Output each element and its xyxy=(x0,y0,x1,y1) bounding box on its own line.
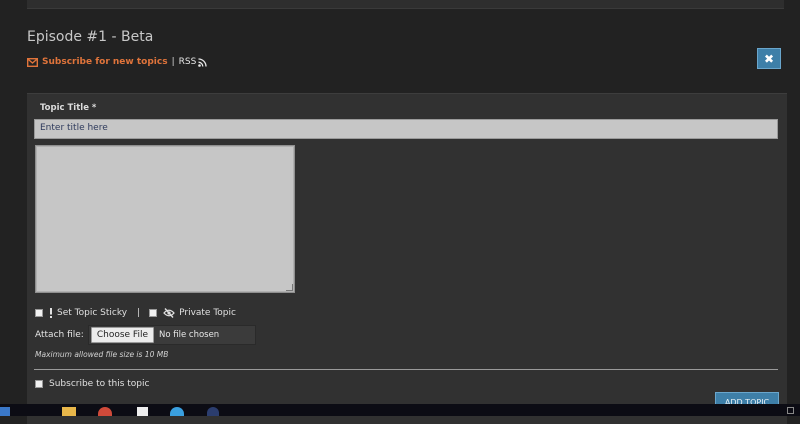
subscribe-topic-row: Subscribe to this topic xyxy=(35,379,149,389)
subscribe-link[interactable]: Subscribe for new topics xyxy=(27,57,168,67)
app-icon[interactable] xyxy=(207,407,219,416)
topic-title-label: Topic Title * xyxy=(40,103,97,113)
close-icon: ✖ xyxy=(763,51,775,66)
sticky-checkbox[interactable] xyxy=(35,309,43,317)
topic-title-placeholder: Enter title here xyxy=(40,123,108,133)
start-icon[interactable] xyxy=(0,407,10,416)
folder-icon[interactable] xyxy=(62,407,76,416)
document-icon[interactable] xyxy=(137,407,148,416)
file-status: No file chosen xyxy=(158,330,220,340)
attach-label: Attach file: xyxy=(35,330,84,340)
separator: | xyxy=(171,57,175,67)
private-option: Private Topic xyxy=(163,308,236,318)
page-title: Episode #1 - Beta xyxy=(27,29,154,45)
file-input[interactable]: Choose File No file chosen xyxy=(87,325,256,345)
sticky-option: Set Topic Sticky xyxy=(49,308,127,318)
eye-slash-icon xyxy=(163,308,175,318)
subscribe-row: Subscribe for new topics | RSS xyxy=(27,57,207,67)
exclamation-icon xyxy=(50,308,52,318)
subscribe-label: Subscribe for new topics xyxy=(42,57,168,67)
subscribe-topic-checkbox[interactable] xyxy=(35,380,43,388)
envelope-icon xyxy=(27,57,38,67)
private-label: Private Topic xyxy=(179,308,236,318)
new-topic-form: Topic Title * Enter title here Set Topic… xyxy=(27,93,787,424)
private-checkbox[interactable] xyxy=(149,309,158,317)
rss-link[interactable]: RSS xyxy=(179,57,208,67)
taskbar xyxy=(0,404,800,416)
attach-row: Attach file: Choose File No file chosen xyxy=(35,325,256,345)
options-separator: | xyxy=(137,308,141,318)
choose-file-button[interactable]: Choose File xyxy=(90,327,154,343)
top-bar xyxy=(27,0,784,9)
rss-label: RSS xyxy=(178,57,197,67)
rss-icon xyxy=(198,57,207,67)
max-size-note: Maximum allowed file size is 10 MB xyxy=(35,350,169,359)
notification-icon[interactable] xyxy=(787,407,794,414)
topic-body-textarea[interactable] xyxy=(35,145,295,293)
sticky-label: Set Topic Sticky xyxy=(57,308,128,318)
app-icon[interactable] xyxy=(170,407,184,416)
subscribe-topic-label: Subscribe to this topic xyxy=(49,379,150,389)
close-button[interactable]: ✖ xyxy=(757,48,781,69)
topic-options: Set Topic Sticky | Private Topic xyxy=(35,308,236,318)
topic-title-input[interactable]: Enter title here xyxy=(34,119,778,139)
browser-icon[interactable] xyxy=(98,407,112,416)
resize-handle[interactable] xyxy=(286,284,293,291)
divider xyxy=(34,369,778,370)
